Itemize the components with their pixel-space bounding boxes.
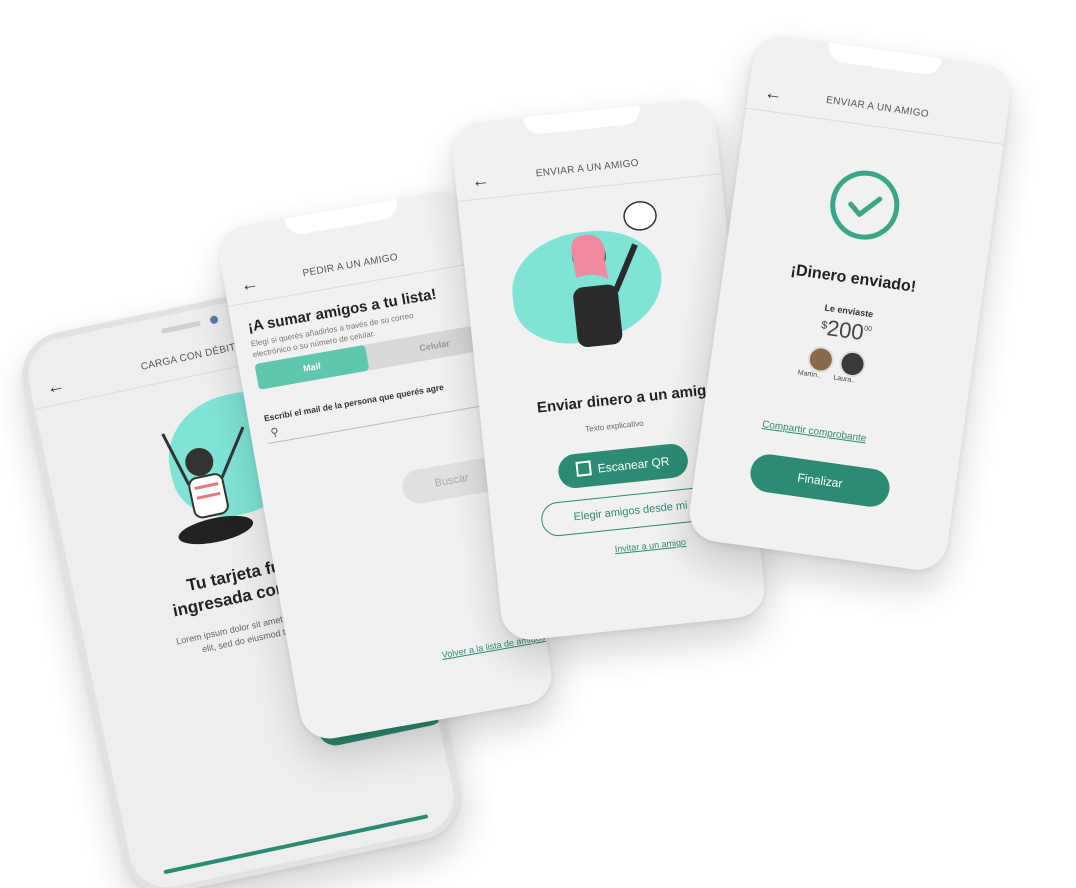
scan-qr-button[interactable]: Escanear QR <box>556 442 690 490</box>
share-receipt-link[interactable]: Compartir comprobante <box>761 419 867 445</box>
screen4-header: ← ENVIAR A UN AMIGO <box>746 77 1008 145</box>
screen2-title: PEDIR A UN AMIGO <box>301 251 399 280</box>
front-camera <box>209 315 219 325</box>
screen3-title: ENVIAR A UN AMIGO <box>535 157 640 180</box>
avatar <box>837 349 868 379</box>
speaker <box>160 320 201 334</box>
finish-button[interactable]: Finalizar <box>748 451 892 510</box>
woman-illustration <box>571 201 657 348</box>
notch <box>826 40 943 77</box>
notch <box>284 197 399 237</box>
scan-qr-label: Escanear QR <box>597 454 671 476</box>
screen4-title: ENVIAR A UN AMIGO <box>825 94 930 121</box>
check-circle-icon <box>830 170 900 240</box>
qr-icon <box>575 460 593 477</box>
mockup-stage: ← CARGA CON DÉBITO Tu tarjeta fue ingres… <box>0 0 1076 888</box>
search-icon: ⚲ <box>269 426 280 440</box>
home-indicator <box>163 814 429 875</box>
avatar <box>806 344 836 375</box>
phone-dinero-enviado: ← ENVIAR A UN AMIGO ¡Dinero enviado! Le … <box>685 32 1015 574</box>
notch <box>523 103 642 136</box>
screen2-header: ← PEDIR A UN AMIGO <box>222 232 480 307</box>
invite-friend-link[interactable]: Invitar a un amigo <box>614 537 686 554</box>
